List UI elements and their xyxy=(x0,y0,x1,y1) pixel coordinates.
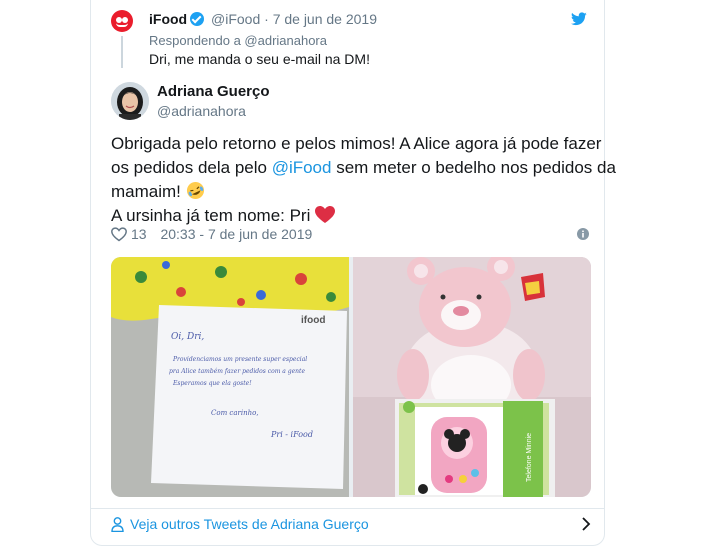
tweet-text-segment: os pedidos dela pelo xyxy=(111,158,272,177)
note-ifood-logo: ifood xyxy=(301,315,325,326)
parent-tweet-header: iFood @iFood · 7 de jun de 2019 xyxy=(149,11,377,27)
note-line: Providenciamos um presente super especia… xyxy=(172,356,307,363)
tweet-line: os pedidos dela pelo @iFood sem meter o … xyxy=(111,156,616,180)
photo-note[interactable]: ifood Oi, Dri, Providenciamos um present… xyxy=(111,257,349,497)
note-line: Com carinho, xyxy=(211,409,259,417)
parent-author-handle[interactable]: @iFood xyxy=(211,11,260,27)
ifood-mention-link[interactable]: @iFood xyxy=(272,158,332,177)
phone-box-label: Telefone Minnie xyxy=(526,433,533,482)
info-icon[interactable] xyxy=(577,228,589,240)
tweet-text-segment: mamaim! xyxy=(111,182,186,201)
person-icon xyxy=(111,517,124,532)
tweet-line: mamaim! xyxy=(111,180,596,204)
tweet-text: Obrigada pelo retorno e pelos mimos! A A… xyxy=(111,132,616,228)
red-heart-emoji-icon xyxy=(315,206,336,223)
parent-tweet[interactable]: iFood @iFood · 7 de jun de 2019 Responde… xyxy=(111,10,591,70)
note-line: Esperamos que ela goste! xyxy=(172,380,252,387)
tweet-text-segment: sem meter o bedelho nos pedidos da xyxy=(331,158,616,177)
verified-badge-icon xyxy=(190,12,205,26)
rofl-emoji-icon xyxy=(186,181,204,200)
note-line: Oi, Dri, xyxy=(171,332,204,342)
twitter-bird-icon[interactable] xyxy=(571,12,587,26)
like-heart-icon[interactable] xyxy=(111,227,127,242)
author-handle[interactable]: @adrianahora xyxy=(157,103,246,119)
parent-author-name[interactable]: iFood xyxy=(149,11,187,27)
tweet-media[interactable]: ifood Oi, Dri, Providenciamos um present… xyxy=(111,257,591,497)
author-avatar[interactable] xyxy=(111,82,149,120)
more-tweets-link[interactable]: Veja outros Tweets de Adriana Guerço xyxy=(111,516,591,536)
parent-tweet-text: Dri, me manda o seu e-mail na DM! xyxy=(149,51,370,67)
parent-tweet-date[interactable]: 7 de jun de 2019 xyxy=(273,11,377,27)
replying-to[interactable]: Respondendo a @adrianahora xyxy=(149,33,327,48)
like-count[interactable]: 13 xyxy=(131,226,147,242)
photo-teddy-bear[interactable]: Telefone Minnie xyxy=(353,257,591,497)
tweet-meta: 13 20:33 - 7 de jun de 2019 xyxy=(111,226,589,244)
ifood-avatar[interactable] xyxy=(111,10,133,32)
separator-dot: · xyxy=(264,11,269,27)
note-line: pra Alice também fazer pedidos com a gen… xyxy=(169,368,305,375)
tweet-text-segment: A ursinha já tem nome: Pri xyxy=(111,206,316,225)
thread-line xyxy=(121,36,123,68)
tweet-line: Obrigada pelo retorno e pelos mimos! A A… xyxy=(111,134,602,153)
tweet-timestamp[interactable]: 20:33 - 7 de jun de 2019 xyxy=(160,226,312,242)
author-name[interactable]: Adriana Guerço xyxy=(157,83,270,100)
footer-divider xyxy=(91,508,604,509)
tweet-line: A ursinha já tem nome: Pri xyxy=(111,204,596,228)
note-line: Pri - iFood xyxy=(270,430,313,439)
chevron-right-icon[interactable] xyxy=(581,517,591,531)
embedded-tweet-card: iFood @iFood · 7 de jun de 2019 Responde… xyxy=(90,0,616,546)
more-tweets-label[interactable]: Veja outros Tweets de Adriana Guerço xyxy=(130,516,369,532)
